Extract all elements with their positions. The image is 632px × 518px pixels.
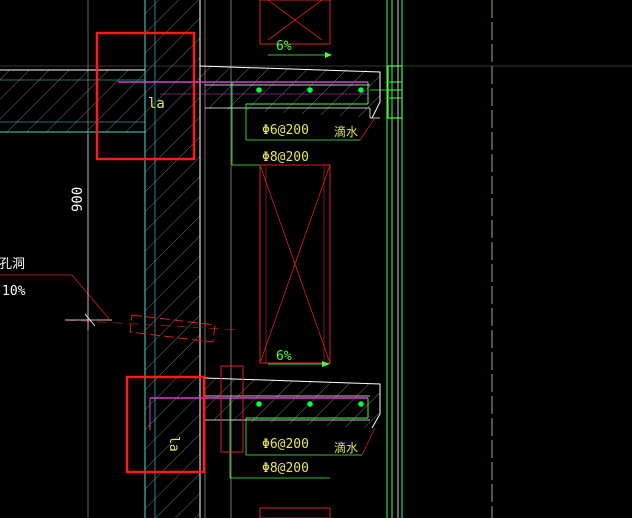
cad-drawing: 6% 6% la la Φ6@200 Φ8@200 Φ6@200 Φ8@200 … [0,0,632,518]
hole-sleeve-mark [0,274,241,343]
rebar-label-bottom-2: Φ8@200 [262,461,309,476]
la-label-top: la [148,96,165,112]
slope-label-mid: 6% [276,349,292,364]
hole-note-2: 10% [2,284,26,299]
drip-label-top: 滴水 [334,124,358,139]
slope-label-top: 6% [276,39,292,54]
la-label-bottom: la [166,436,181,452]
drip-label-bottom: 滴水 [334,440,358,455]
window-frame [386,0,403,518]
rebar-label-top-1: Φ6@200 [262,123,309,138]
dimension-label-900: 900 [70,187,86,212]
rebar-label-bottom-1: Φ6@200 [262,437,309,452]
rebar-label-top-2: Φ8@200 [262,150,309,165]
hole-note-1: 洞孔洞 [0,257,25,272]
